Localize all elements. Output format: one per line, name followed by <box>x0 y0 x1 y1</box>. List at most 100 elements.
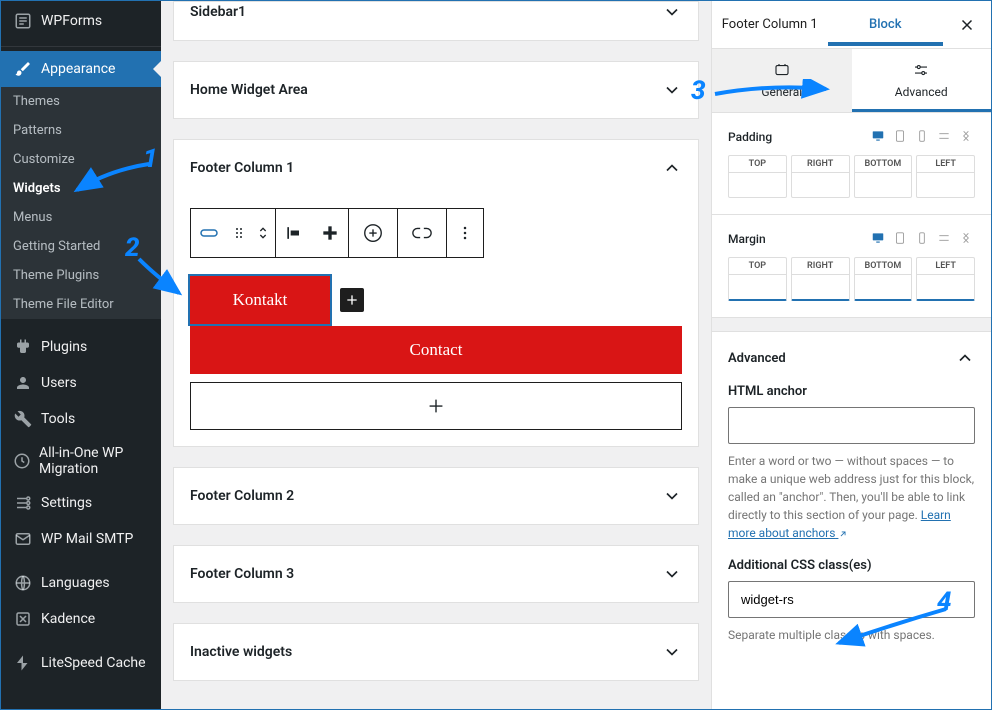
toolbar-more-button[interactable] <box>447 209 483 257</box>
widget-area-footer3: Footer Column 3 <box>173 545 699 603</box>
padding-bottom[interactable]: BOTTOM <box>854 155 913 198</box>
sidebar-item-settings[interactable]: Settings <box>1 485 161 521</box>
sidebar-item-appearance[interactable]: Appearance <box>1 51 161 87</box>
margin-left[interactable]: LEFT <box>916 257 975 301</box>
widget-area-header[interactable]: Footer Column 2 <box>174 468 698 524</box>
widget-area-title: Footer Column 2 <box>190 488 294 504</box>
appearance-submenu: Themes Patterns Customize Widgets Menus … <box>1 87 161 319</box>
sidebar-sub-patterns[interactable]: Patterns <box>1 116 161 145</box>
sidebar-sub-menus[interactable]: Menus <box>1 203 161 232</box>
toolbar-block-type-button[interactable] <box>191 209 227 257</box>
sidebar-sub-widgets[interactable]: Widgets <box>1 174 161 203</box>
sidebar-item-litespeed[interactable]: LiteSpeed Cache <box>1 645 161 681</box>
subtab-advanced[interactable]: Advanced <box>852 49 992 112</box>
sidebar-sub-theme-plugins[interactable]: Theme Plugins <box>1 261 161 290</box>
sidebar-label: Plugins <box>41 339 87 355</box>
sidebar-item-languages[interactable]: Languages <box>1 565 161 601</box>
link-icon <box>411 222 433 244</box>
padding-right[interactable]: RIGHT <box>791 155 850 198</box>
reset-icon[interactable] <box>959 231 975 247</box>
css-classes-field: Additional CSS class(es) Separate multip… <box>712 558 991 660</box>
padding-grid: TOP RIGHT BOTTOM LEFT <box>728 155 975 198</box>
panel-tab-area[interactable]: Footer Column 1 <box>712 3 828 46</box>
advanced-section-toggle[interactable]: Advanced <box>712 332 991 384</box>
add-block-button[interactable] <box>190 382 682 430</box>
sidebar-label: WP Mail SMTP <box>41 531 133 547</box>
widget-area-title: Footer Column 3 <box>190 566 294 582</box>
margin-bottom[interactable]: BOTTOM <box>854 257 913 301</box>
toolbar-add-button[interactable] <box>312 209 348 257</box>
html-anchor-input[interactable] <box>728 407 975 444</box>
chevron-down-icon <box>662 80 682 100</box>
litespeed-icon <box>13 653 33 673</box>
toolbar-drag-handle[interactable] <box>227 209 251 257</box>
button-contact[interactable]: Contact <box>190 326 682 374</box>
chevron-down-icon <box>662 2 682 22</box>
toolbar-align-button[interactable] <box>276 209 312 257</box>
margin-top[interactable]: TOP <box>728 257 787 301</box>
button-kontakt[interactable]: Kontakt <box>190 276 330 324</box>
sidebar-item-tools[interactable]: Tools <box>1 401 161 437</box>
panel-tab-block[interactable]: Block <box>828 3 944 46</box>
plus-bold-icon <box>320 223 340 243</box>
sidebar-label: WPForms <box>41 13 102 29</box>
subtab-general[interactable]: General <box>712 49 852 112</box>
sidebar-label: Appearance <box>41 61 115 77</box>
panel-subtabs: General Advanced <box>712 49 991 113</box>
sidebar-item-aio-migration[interactable]: All-in-One WP Migration <box>1 437 161 485</box>
widget-area-header[interactable]: Footer Column 3 <box>174 546 698 602</box>
widget-area-home: Home Widget Area <box>173 61 699 119</box>
css-classes-input[interactable] <box>728 581 975 618</box>
drag-icon <box>231 225 247 241</box>
widget-area-title: Footer Column 1 <box>190 160 294 176</box>
margin-right[interactable]: RIGHT <box>791 257 850 301</box>
tablet-icon[interactable] <box>893 231 909 247</box>
sidebar-sub-getting-started[interactable]: Getting Started <box>1 232 161 261</box>
chevron-down-icon <box>662 642 682 662</box>
widget-area-sidebar1: Sidebar1 <box>173 1 699 41</box>
sidebar-sub-customize[interactable]: Customize <box>1 145 161 174</box>
sidebar-label: LiteSpeed Cache <box>41 655 146 671</box>
more-vertical-icon <box>455 223 475 243</box>
mobile-icon[interactable] <box>915 129 931 145</box>
widget-area-inactive: Inactive widgets <box>173 623 699 681</box>
tablet-icon[interactable] <box>893 129 909 145</box>
unit-icon[interactable] <box>937 231 953 247</box>
sidebar-label: All-in-One WP Migration <box>39 445 149 477</box>
margin-section: Margin TOP RIGHT BOTTOM LEFT <box>712 215 991 318</box>
general-icon <box>773 61 791 79</box>
sidebar-item-kadence[interactable]: Kadence <box>1 601 161 637</box>
widget-area-header[interactable]: Home Widget Area <box>174 62 698 118</box>
toolbar-variation-button[interactable] <box>349 209 397 257</box>
desktop-icon[interactable] <box>871 129 887 145</box>
margin-grid: TOP RIGHT BOTTOM LEFT <box>728 257 975 301</box>
sidebar-sub-theme-file-editor[interactable]: Theme File Editor <box>1 290 161 319</box>
sidebar-item-plugins[interactable]: Plugins <box>1 329 161 365</box>
inline-add-button[interactable] <box>340 288 364 312</box>
reset-icon[interactable] <box>959 129 975 145</box>
toolbar-link-button[interactable] <box>398 209 446 257</box>
sidebar-item-wp-mail-smtp[interactable]: WP Mail SMTP <box>1 521 161 557</box>
chevron-up-icon <box>955 348 975 368</box>
desktop-icon[interactable] <box>871 231 887 247</box>
sidebar-sub-themes[interactable]: Themes <box>1 87 161 116</box>
sidebar-item-users[interactable]: Users <box>1 365 161 401</box>
widget-area-header[interactable]: Sidebar1 <box>174 2 698 40</box>
sidebar-label: Kadence <box>41 611 95 627</box>
padding-left[interactable]: LEFT <box>916 155 975 198</box>
html-anchor-field: HTML anchor Enter a word or two — withou… <box>712 384 991 558</box>
widget-area-title: Inactive widgets <box>190 644 292 660</box>
settings-icon <box>13 493 33 513</box>
subtab-label: Advanced <box>895 85 948 99</box>
mobile-icon[interactable] <box>915 231 931 247</box>
sidebar-label: Settings <box>41 495 92 511</box>
sidebar-item-wpforms[interactable]: WPForms <box>1 1 161 41</box>
widget-area-header[interactable]: Inactive widgets <box>174 624 698 680</box>
panel-close-button[interactable] <box>943 16 991 34</box>
padding-top[interactable]: TOP <box>728 155 787 198</box>
sidebar-label: Tools <box>41 411 75 427</box>
subtab-label: General <box>761 85 802 99</box>
unit-icon[interactable] <box>937 129 953 145</box>
widget-area-header[interactable]: Footer Column 1 <box>174 140 698 196</box>
toolbar-move-buttons[interactable] <box>251 209 275 257</box>
